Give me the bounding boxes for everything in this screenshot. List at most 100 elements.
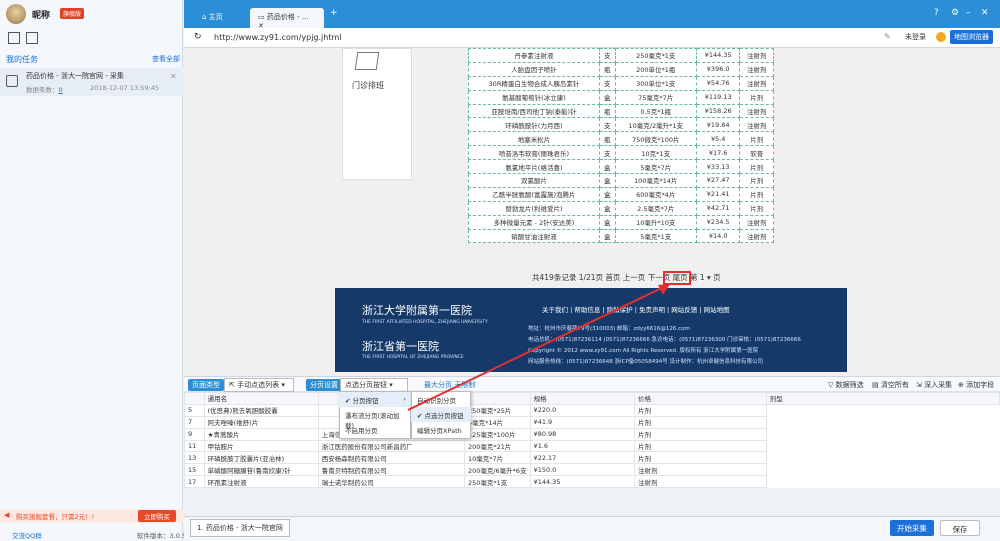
table-row[interactable]: 15 单磷酸阿糖腺苷(鲁南欣康)针 鲁南贝特制药有限公司 200毫克/6毫升*6支 ¥1… — [184, 463, 1000, 477]
filter-button[interactable]: ▽ 数据筛选 — [828, 380, 864, 390]
column-header[interactable]: 通用名 — [203, 392, 319, 405]
view-all-link[interactable]: 查看全部 — [152, 54, 180, 64]
tab-home[interactable]: ⌂ 主页 — [194, 8, 231, 28]
submenu-edit-xpath[interactable]: 编辑分页XPath — [411, 422, 471, 437]
price-cell: 乙酰半胱氨酸(富露施)泡腾片 — [468, 186, 600, 202]
user-icon — [936, 32, 946, 42]
price-cell: 5毫克*1支 — [614, 228, 697, 244]
help-icon[interactable]: ? — [934, 8, 939, 18]
price-cell: ¥42.71 — [695, 200, 741, 216]
table-cell: 环磷酰胺丁胶囊片(亚治林) — [203, 451, 319, 465]
tab-drug-price-label: 药品价格 - ... — [266, 13, 309, 21]
table-row: 人胎盘因子喷针瓶 200单位*1瓶 ¥396.0 注射剂 — [468, 61, 774, 77]
add-field-button[interactable]: ⊕ 添加字段 — [958, 380, 994, 390]
deep-label: 深入采集 — [924, 381, 953, 389]
tab-home-label: 主页 — [208, 13, 223, 21]
price-cell: 氨氯地平片(络活喜) — [468, 159, 600, 175]
table-row[interactable]: 9★青蒿酸片上海信谊药厂125毫克*100片¥80.98片剂 — [184, 427, 1000, 441]
price-cell: 注射剂 — [739, 117, 774, 133]
avatar[interactable] — [6, 4, 26, 24]
table-cell: 阿夫唑嗪(维舒)片 — [203, 415, 319, 429]
clear-button[interactable]: ▤ 清空所有 — [872, 380, 909, 390]
clinic-label[interactable]: 门诊排班 — [352, 80, 384, 91]
page-type-select[interactable]: ⇱ 手动点选列表 ▾ — [224, 378, 294, 392]
price-cell: ¥396.0 — [695, 61, 741, 77]
annotation-arrow — [407, 283, 671, 411]
table-row: 地塞米松片瓶 750微克*100片 ¥5.4 片剂 — [468, 131, 774, 147]
table-cell: 250毫克*1支 — [463, 475, 531, 489]
close-window-icon[interactable]: ✕ — [981, 8, 989, 18]
refresh-icon[interactable]: ↻ — [194, 32, 202, 42]
filter-label: 数据筛选 — [835, 381, 864, 389]
table-cell: 浙江医药股份有限公司新昌药厂 — [317, 439, 465, 453]
table-row[interactable]: 13 环磷酰胺丁胶囊片(亚治林) 西安杨森制药有限公司 10毫克*7片 ¥22.17 片剂 — [184, 451, 1000, 465]
add-task-icon[interactable] — [8, 32, 20, 44]
price-cell: ¥144.35 — [695, 48, 741, 63]
price-cell: 200单位*1瓶 — [614, 61, 697, 77]
price-cell: 2.5毫克*7片 — [614, 200, 697, 216]
map-browser-button[interactable]: 地图浏览器 — [950, 30, 993, 44]
price-cell: 支 — [598, 48, 616, 63]
price-cell: 氨基酸葡萄针(冰立康) — [468, 89, 600, 105]
my-tasks-title: 我的任务 — [6, 55, 38, 64]
import-task-icon[interactable] — [26, 32, 38, 44]
close-icon[interactable]: ✕ — [170, 72, 177, 81]
table-row: 丹参素注射液支 250毫克*1支 ¥144.35 注射剂 — [468, 48, 774, 63]
deep-collect-button[interactable]: ⇲ 深入采集 — [916, 380, 952, 390]
price-cell: 软膏 — [739, 145, 774, 161]
user-name: 昵称 — [32, 11, 51, 21]
table-cell: ¥1.6 — [529, 439, 636, 453]
page-set-label: 分页设置 — [306, 379, 342, 391]
task-tab[interactable]: 1. 药品价格 - 浙大一院官网 — [190, 519, 290, 537]
price-cell: ¥27.47 — [695, 173, 741, 188]
page-type-label: 页面类型 — [188, 379, 224, 391]
table-cell: 注射剂 — [634, 463, 767, 477]
price-cell: 丹参素注射液 — [468, 48, 600, 63]
minimize-icon[interactable]: – — [966, 8, 971, 18]
page-icon: ▭ — [258, 13, 267, 21]
table-cell: 7 — [184, 415, 205, 429]
task-name[interactable]: 药品价格 - 浙大一院官网 - 采集 — [26, 71, 124, 81]
login-status[interactable]: 未登录 — [905, 32, 926, 42]
tab-drug-price[interactable]: ▭ 药品价格 - ... ✕ — [250, 8, 324, 30]
price-cell: 替勃龙片(利维爱片) — [468, 200, 600, 216]
start-collect-button[interactable]: 开始采集 — [890, 520, 934, 536]
table-cell: 西安杨森制药有限公司 — [317, 451, 465, 465]
table-row: 双氯酸片盒 100毫克*14片 ¥27.47 片剂 — [468, 173, 774, 188]
table-row: 氨氯地平片(络活喜) 盒 5毫克*7片 ¥33.13 片剂 — [468, 159, 774, 175]
robot-icon — [6, 75, 18, 87]
price-cell: 10克*1支 — [614, 145, 697, 161]
qq-group-link[interactable]: 交流QQ群 — [12, 530, 42, 540]
settings-icon[interactable]: ⚙ — [951, 8, 959, 18]
url-input[interactable]: http://www.zy91.com/ypjg.jhtml — [214, 33, 341, 42]
price-cell: ¥33.13 — [695, 159, 741, 175]
table-cell: 10毫克*7片 — [463, 451, 531, 465]
table-cell: 瑞士诺华制药公司 — [317, 475, 465, 489]
edit-icon[interactable]: ✎ — [884, 32, 891, 41]
table-row[interactable]: 17 环孢素注射液 瑞士诺华制药公司 250毫克*1支 ¥144.35 注射剂 — [184, 475, 1000, 489]
table-row: 氨基酸葡萄针(冰立康) 盒 75毫克*7片 ¥119.13 片剂 — [468, 89, 774, 105]
price-cell: 盒 — [598, 228, 616, 244]
buy-now-button[interactable]: 立即购买 — [138, 510, 176, 522]
new-tab-icon[interactable]: + — [330, 8, 338, 18]
price-cell: 地塞米松片 — [468, 131, 600, 147]
promo-text: 购买旗舰套餐，只需2元！! — [16, 513, 95, 521]
table-cell: ¥150.0 — [529, 463, 636, 477]
table-row[interactable]: 11 甲钴胺片 浙江医药股份有限公司新昌药厂 200毫克*21片 ¥1.6 片剂 — [184, 439, 1000, 453]
price-cell: 10毫克/2毫升*1支 — [614, 117, 697, 133]
row-num-header — [184, 392, 205, 405]
column-header[interactable]: 剂型 — [765, 392, 1000, 405]
check-icon: ✔ — [345, 397, 353, 405]
price-cell: 环磷酰胺针(力月西) — [468, 117, 600, 133]
table-cell: 200毫克/6毫升*6支 — [463, 463, 531, 477]
menu-item-no-paging[interactable]: 不启用分页 — [339, 422, 411, 437]
price-cell: 瓶 — [598, 131, 616, 147]
table-cell: 125毫克*100片 — [463, 427, 531, 441]
price-cell: ¥234.5 — [695, 214, 741, 230]
table-cell: 9 — [184, 427, 205, 441]
save-button[interactable]: 保存 — [940, 520, 980, 536]
price-cell: 片剂 — [739, 200, 774, 216]
table-row: 环磷酰胺针(力月西) 支 10毫克/2毫升*1支 ¥19.84 注射剂 — [468, 117, 774, 133]
price-table: 丹参素注射液支 250毫克*1支 ¥144.35 注射剂 人胎盘因子喷针瓶 200单位*1… — [468, 48, 774, 244]
calendar-icon — [354, 52, 380, 70]
